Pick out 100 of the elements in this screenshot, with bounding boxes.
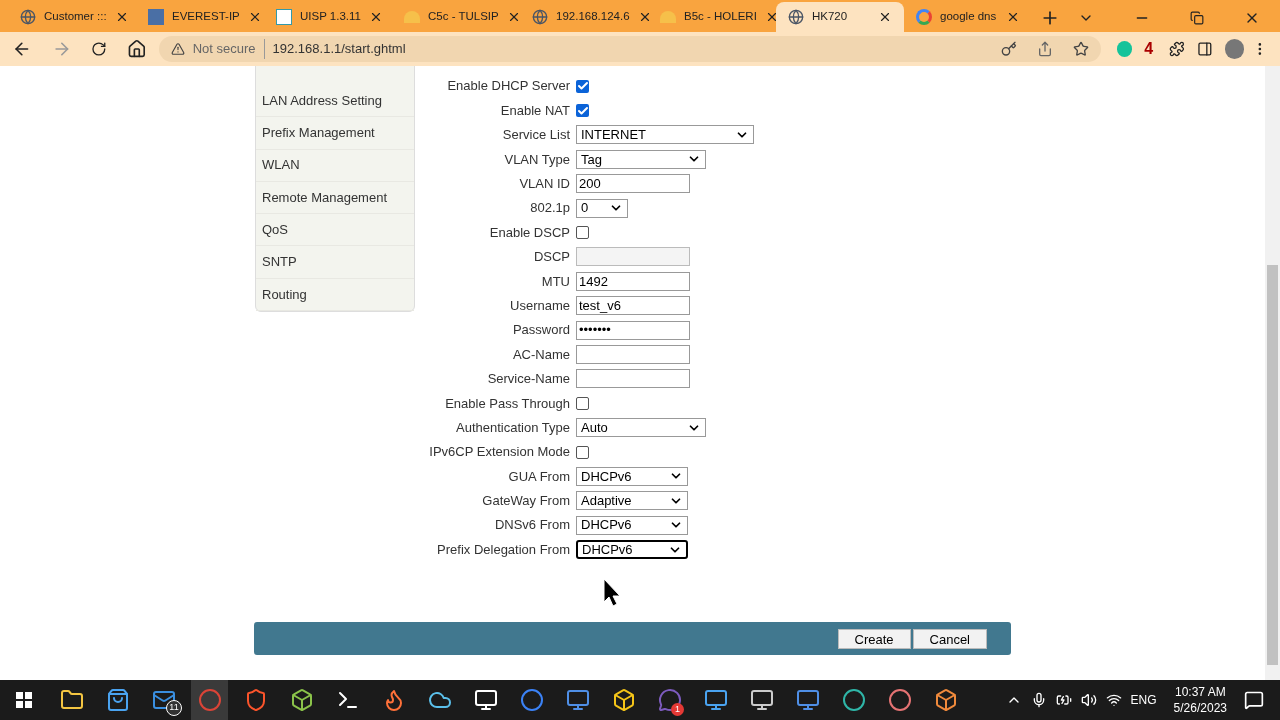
- field-label: 802.1p: [529, 199, 571, 218]
- field-label: MTU: [540, 272, 571, 291]
- side-panel-icon[interactable]: [1196, 41, 1213, 57]
- key-icon[interactable]: [1000, 41, 1017, 57]
- dropdown[interactable]: INTERNET: [576, 125, 754, 145]
- notifications-icon[interactable]: [1244, 690, 1264, 710]
- browser-tab[interactable]: 192.168.124.6: [520, 2, 648, 32]
- tab-title: 192.168.124.6: [556, 9, 630, 25]
- globe-icon: [20, 9, 36, 25]
- bag-icon[interactable]: [105, 688, 130, 712]
- dropdown[interactable]: Auto: [576, 418, 706, 438]
- address-bar[interactable]: Not secure 192.168.1.1/start.ghtml: [158, 36, 1101, 62]
- input-field[interactable]: [576, 345, 690, 364]
- form-button[interactable]: Cancel: [912, 628, 987, 649]
- field-label: GUA From: [507, 467, 571, 486]
- field-label: VLAN Type: [503, 150, 571, 169]
- close-icon[interactable]: [1006, 10, 1020, 24]
- field-label: DNSv6 From: [493, 516, 571, 535]
- cube-icon[interactable]: [289, 688, 314, 712]
- browser-tab[interactable]: EVEREST-IP: [136, 2, 264, 32]
- scrollbar[interactable]: [1265, 66, 1280, 680]
- folder-icon[interactable]: [59, 688, 84, 712]
- form-button[interactable]: Create: [837, 628, 911, 649]
- tab-title: Customer :::: [44, 9, 107, 25]
- site-icon: [276, 9, 292, 25]
- warning-icon: [170, 42, 185, 56]
- field-label: Service List: [501, 126, 571, 145]
- input-field[interactable]: test_v6: [576, 296, 690, 316]
- field-label: Password: [511, 321, 571, 340]
- field-label: Service-Name: [486, 370, 571, 389]
- field-label: Enable NAT: [499, 101, 571, 120]
- field-label: Enable Pass Through: [444, 394, 571, 413]
- home-icon[interactable]: [127, 39, 147, 59]
- tab-title: HK720: [812, 9, 849, 25]
- windows-icon[interactable]: [16, 692, 32, 708]
- restore-icon[interactable]: [1190, 11, 1204, 25]
- checkbox[interactable]: [576, 79, 589, 93]
- dropdown[interactable]: 0: [576, 198, 628, 218]
- reload-icon[interactable]: [91, 41, 108, 57]
- battery-icon[interactable]: [1055, 692, 1072, 708]
- input-field[interactable]: [576, 369, 690, 389]
- sidebar-item[interactable]: Remote Management: [256, 181, 414, 215]
- browser-tab[interactable]: B5c - HOLERI: [648, 2, 776, 32]
- field-label: Authentication Type: [455, 418, 571, 437]
- checkbox[interactable]: [576, 226, 589, 240]
- field-label: IPv6CP Extension Mode: [428, 443, 571, 462]
- field-label: Enable DHCP Server: [446, 77, 571, 96]
- site-icon: [148, 9, 164, 25]
- dropdown[interactable]: Tag: [576, 149, 706, 169]
- field-label: DSCP: [532, 248, 571, 267]
- sidebar-item[interactable]: QoS: [256, 214, 414, 247]
- field-label: GateWay From: [481, 492, 571, 511]
- field-label: AC-Name: [511, 345, 571, 364]
- browser-tab[interactable]: C5c - TULSIP: [392, 2, 520, 32]
- field-label: Enable DSCP: [488, 223, 571, 242]
- sidebar-item[interactable]: WLAN: [256, 149, 414, 182]
- tab-title: B5c - HOLERI: [684, 9, 757, 25]
- url-text: 192.168.1.1/start.ghtml: [272, 40, 406, 59]
- checkbox[interactable]: [576, 396, 589, 410]
- dropdown[interactable]: DHCPv6: [576, 466, 688, 486]
- language-indicator[interactable]: ENG: [1130, 691, 1157, 709]
- sidebar-item[interactable]: SNTP: [256, 246, 414, 279]
- tab-title: C5c - TULSIP: [428, 9, 499, 25]
- extensions-icon[interactable]: [1169, 41, 1185, 57]
- password-field[interactable]: •••••••: [576, 320, 690, 340]
- google-icon: [916, 9, 932, 25]
- tab-title: UISP 1.3.11: [300, 9, 361, 25]
- browser-tab[interactable]: Customer :::: [8, 2, 136, 32]
- browser-tab[interactable]: UISP 1.3.11: [264, 2, 392, 32]
- bookmark-star-icon[interactable]: [1072, 41, 1089, 57]
- field-label: VLAN ID: [518, 175, 571, 193]
- tab-title: google dns: [940, 9, 998, 25]
- share-icon[interactable]: [1036, 41, 1053, 57]
- extension-badge[interactable]: 4: [1144, 37, 1154, 61]
- checkbox[interactable]: [576, 104, 589, 118]
- checkbox[interactable]: [576, 445, 589, 459]
- notification-badge: 1: [671, 703, 684, 716]
- dropdown[interactable]: DHCPv6: [576, 515, 688, 535]
- sidebar-item[interactable]: LAN Address Setting: [256, 85, 414, 118]
- dropdown[interactable]: Adaptive: [576, 491, 688, 511]
- notification-badge: 11: [166, 700, 182, 716]
- close-icon[interactable]: [878, 10, 892, 24]
- monitor-icon[interactable]: [749, 688, 774, 712]
- dropdown[interactable]: DHCPv6: [576, 540, 688, 560]
- clock[interactable]: 10:37 AM 5/26/2023: [1165, 684, 1235, 716]
- site-icon: [660, 11, 676, 23]
- field-label: Prefix Delegation From: [436, 540, 571, 559]
- security-label: Not secure: [192, 39, 265, 59]
- browser-tab[interactable]: google dns: [904, 2, 1032, 32]
- field-label: Username: [509, 296, 571, 315]
- input-field[interactable]: 200: [576, 174, 690, 194]
- globe-icon: [788, 9, 804, 25]
- sidebar-item[interactable]: Prefix Management: [256, 117, 414, 150]
- volume-icon[interactable]: [1080, 692, 1097, 708]
- sidebar-item[interactable]: Routing: [256, 278, 414, 311]
- chat-icon[interactable]: [657, 688, 682, 712]
- globe-icon: [532, 9, 548, 25]
- browser-tab[interactable]: HK720: [776, 2, 904, 32]
- avatar[interactable]: [1224, 39, 1245, 59]
- input-field[interactable]: 1492: [576, 271, 690, 291]
